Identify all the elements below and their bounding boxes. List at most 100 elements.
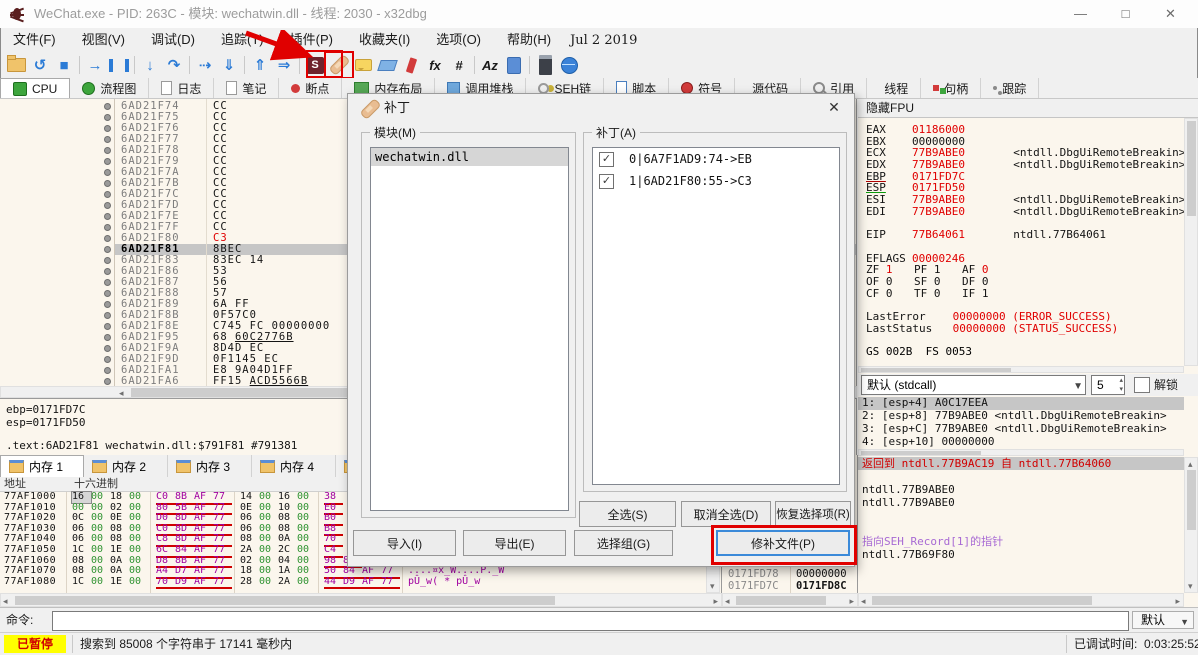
- stack-info-row[interactable]: [858, 522, 1184, 535]
- register-row[interactable]: EDI 77B9ABE0 <ntdll.DbgUiRemoteBreakin>: [866, 205, 1185, 218]
- argument-row[interactable]: 3: [esp+C] 77B9ABE0 <ntdll.DbgUiRemoteBr…: [858, 422, 1184, 436]
- calling-convention-select[interactable]: 默认 (stdcall) ▼: [861, 375, 1086, 395]
- strings-icon[interactable]: Az: [478, 54, 502, 76]
- stack-info-row[interactable]: ntdll.77B9ABE0: [858, 496, 1184, 509]
- memory-tab-1[interactable]: 内存 1: [0, 455, 84, 477]
- tab-graph[interactable]: 流程图: [70, 78, 150, 98]
- open-file-icon[interactable]: [4, 54, 28, 76]
- deselect-all-button[interactable]: 取消全选(D): [681, 501, 771, 527]
- dump-row[interactable]: 77AF1070 08 00 0A 00 A4 D7 AF 77 18 00 1A 00 50 84 AF 77…: [0, 566, 721, 579]
- registers-hscrollbar[interactable]: [858, 366, 1184, 373]
- globe-icon[interactable]: [557, 54, 581, 76]
- menu-item-view[interactable]: 视图(V): [69, 28, 138, 52]
- stack-row[interactable]: 0171FD7C 0171FD8C: [722, 580, 857, 592]
- scroll-left-icon[interactable]: ◂: [3, 596, 8, 606]
- register-value[interactable]: 77B9ABE0: [912, 159, 1000, 171]
- import-button[interactable]: 导入(I): [353, 530, 456, 556]
- scroll-left-icon[interactable]: ◂: [725, 596, 730, 606]
- tab-cpu[interactable]: CPU: [0, 78, 71, 98]
- scroll-left-icon[interactable]: ◂: [119, 388, 124, 398]
- stack-info-row[interactable]: [858, 470, 1184, 483]
- tab-log[interactable]: 日志: [149, 78, 215, 98]
- check-hash-icon[interactable]: #: [447, 54, 471, 76]
- register-value[interactable]: 01186000: [912, 124, 1000, 136]
- close-icon[interactable]: ■: [52, 54, 76, 76]
- title-bar[interactable]: WeChat.exe - PID: 263C - 模块: wechatwin.d…: [0, 0, 1198, 28]
- select-all-button[interactable]: 全选(S): [579, 501, 676, 527]
- memory-tab-2[interactable]: 内存 2: [84, 455, 168, 477]
- dialog-title-bar[interactable]: 补丁 ✕: [348, 94, 854, 121]
- register-row[interactable]: EIP 77B64061 ntdll.77B64061: [866, 229, 1184, 241]
- command-input[interactable]: [52, 611, 1129, 631]
- trace-into-icon[interactable]: ⇢: [193, 54, 217, 76]
- flag-tf[interactable]: TF 0: [914, 287, 962, 300]
- flag-cf[interactable]: CF 0: [866, 287, 914, 300]
- arguments-hscrollbar[interactable]: [858, 449, 1184, 456]
- argument-row[interactable]: 4: [esp+10] 00000000: [858, 435, 1184, 449]
- minimize-button[interactable]: —: [1058, 0, 1103, 28]
- export-button[interactable]: 导出(E): [463, 530, 566, 556]
- patch-item[interactable]: ✓ 0|6A7F1AD9:74->EB: [593, 148, 839, 170]
- argument-count-stepper[interactable]: 5 ▴ ▾: [1091, 375, 1125, 395]
- register-value[interactable]: 77B9ABE0: [912, 206, 1000, 218]
- dialog-close-icon[interactable]: ✕: [814, 94, 854, 121]
- patch-checkbox[interactable]: ✓: [599, 174, 614, 189]
- stack-info-row[interactable]: ntdll.77B69F80: [858, 548, 1184, 561]
- stack-info-row[interactable]: [858, 509, 1184, 522]
- maximize-button[interactable]: □: [1103, 0, 1148, 28]
- tab-breakpoints[interactable]: 断点: [279, 78, 343, 98]
- restore-selection-button[interactable]: 恢复选择项(R): [775, 501, 851, 527]
- patch-checkbox[interactable]: ✓: [599, 152, 614, 167]
- calculator-icon[interactable]: [533, 54, 557, 76]
- stack-info-row[interactable]: 返回到 ntdll.77B9AC19 自 ntdll.77B64060: [858, 457, 1184, 470]
- bookmarks-icon[interactable]: [399, 54, 423, 76]
- menu-item-options[interactable]: 选项(O): [423, 28, 494, 52]
- stack-info-row[interactable]: 指向SEH_Record[1]的指针: [858, 535, 1184, 548]
- menu-item-file[interactable]: 文件(F): [0, 28, 69, 52]
- stack-info-list[interactable]: 返回到 ntdll.77B9AC19 自 ntdll.77B64060 ntdl…: [858, 457, 1184, 593]
- register-row[interactable]: EDX 77B9ABE0 <ntdll.DbgUiRemoteBreakin>: [866, 159, 1185, 171]
- module-list[interactable]: wechatwin.dll: [370, 147, 569, 511]
- scroll-up-icon[interactable]: ▴: [1188, 459, 1193, 469]
- pause-icon[interactable]: [107, 54, 131, 76]
- tab-notes[interactable]: 笔记: [214, 78, 280, 98]
- dump-row[interactable]: 77AF1080 1C 00 1E 00 70 D9 AF 77 28 00 2A 00 44 D9 AF 77…: [0, 576, 721, 590]
- patch-list[interactable]: ✓ 0|6A7F1AD9:74->EB ✓ 1|6AD21F80:55->C3: [592, 147, 840, 485]
- scroll-down-icon[interactable]: ▾: [1188, 581, 1193, 591]
- module-item[interactable]: wechatwin.dll: [371, 148, 568, 166]
- scroll-down-icon[interactable]: ▾: [710, 581, 715, 591]
- step-over-icon[interactable]: ↷: [162, 54, 186, 76]
- dump-hscrollbar[interactable]: ◂ ▸: [0, 593, 722, 607]
- modules-icon[interactable]: [502, 54, 526, 76]
- unlock-checkbox[interactable]: [1134, 377, 1150, 393]
- stack-row[interactable]: 0171FD78 00000000: [722, 568, 857, 580]
- labels-icon[interactable]: [375, 54, 399, 76]
- scroll-right-icon[interactable]: ▸: [1175, 596, 1180, 606]
- menu-item-favourites[interactable]: 收藏夹(I): [346, 28, 423, 52]
- register-row[interactable]: EAX 01186000: [866, 124, 1184, 136]
- scroll-right-icon[interactable]: ▸: [849, 596, 854, 606]
- scroll-left-icon[interactable]: ◂: [861, 596, 866, 606]
- comments-icon[interactable]: [351, 54, 375, 76]
- hide-fpu-button[interactable]: 隐藏FPU: [858, 99, 1198, 118]
- step-into-icon[interactable]: ↓: [138, 54, 162, 76]
- functions-icon[interactable]: fx: [423, 54, 447, 76]
- pick-groups-button[interactable]: 选择组(G): [574, 530, 673, 556]
- scroll-right-icon[interactable]: ▸: [713, 596, 718, 606]
- menu-item-help[interactable]: 帮助(H): [494, 28, 564, 52]
- register-value[interactable]: 77B64061: [912, 229, 1000, 241]
- restart-icon[interactable]: ↺: [28, 54, 52, 76]
- stack-info-vscrollbar[interactable]: ▴ ▾: [1184, 457, 1198, 593]
- tab-trace[interactable]: 跟踪: [981, 78, 1040, 98]
- argument-row[interactable]: 1: [esp+4] A0C17EEA: [858, 397, 1184, 410]
- patch-item[interactable]: ✓ 1|6AD21F80:55->C3: [593, 170, 839, 192]
- stack-hscrollbar[interactable]: ◂ ▸: [722, 593, 858, 607]
- tab-threads[interactable]: 线程: [867, 78, 922, 98]
- tab-handles[interactable]: 句柄: [921, 78, 982, 98]
- memory-tab-4[interactable]: 内存 4: [252, 455, 336, 477]
- registers-vscrollbar[interactable]: [1184, 118, 1198, 366]
- flag-if[interactable]: IF 1: [962, 287, 1010, 300]
- argument-row[interactable]: 2: [esp+8] 77B9ABE0 <ntdll.DbgUiRemoteBr…: [858, 409, 1184, 423]
- patch-file-button[interactable]: 修补文件(P): [716, 530, 850, 556]
- arguments-list[interactable]: 1: [esp+4] A0C17EEA 2: [esp+8] 77B9ABE0 <…: [858, 397, 1184, 449]
